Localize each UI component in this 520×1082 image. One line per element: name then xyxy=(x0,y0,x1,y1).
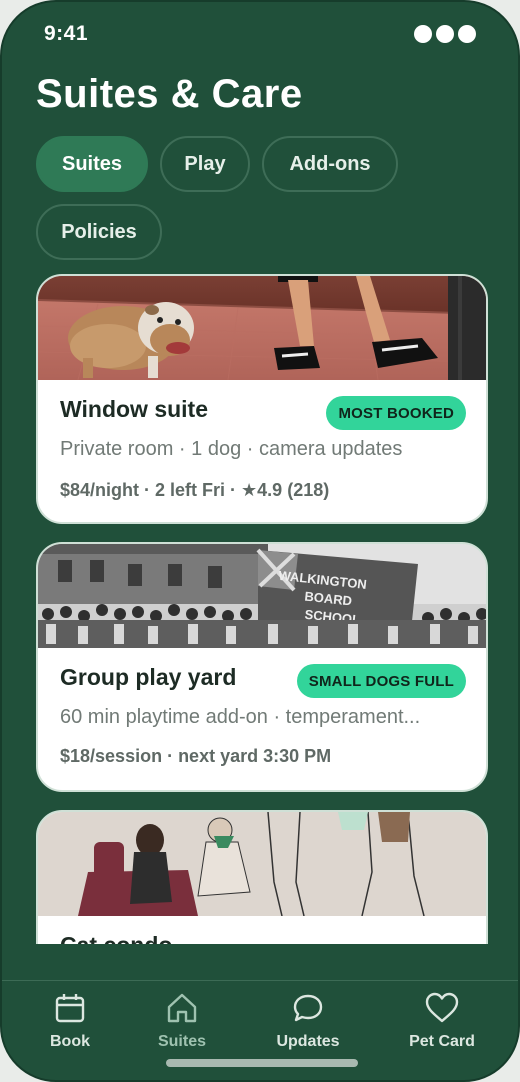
illustration-photo xyxy=(38,812,486,916)
school-crowd-photo: WALKINGTON BOARD SCHOOL xyxy=(38,544,486,648)
card-title: Window suite xyxy=(60,396,209,422)
star-icon: ★ xyxy=(241,480,258,500)
page-title: Suites & Care xyxy=(36,72,303,116)
nav-label: Updates xyxy=(276,1033,340,1050)
status-badge: SMALL DOGS FULL xyxy=(296,664,466,698)
price-availability: $84/night · 2 left Fri · xyxy=(60,480,242,500)
nav-label: Book xyxy=(50,1033,90,1050)
heart-icon xyxy=(425,992,459,1023)
tab-label: Play xyxy=(184,152,226,175)
home-icon xyxy=(167,993,197,1023)
card-meta: $18/session · next yard 3:30 PM xyxy=(60,746,332,766)
nav-suites[interactable]: Suites xyxy=(132,991,232,1051)
card-meta: $84/night · 2 left Fri · ★4.9 (218) xyxy=(60,480,329,501)
tab-label: Policies xyxy=(61,220,137,243)
card-title: Cat condo xyxy=(60,932,172,944)
tab-suites[interactable]: Suites xyxy=(36,136,148,192)
chat-bubble-icon xyxy=(293,994,323,1022)
nav-book[interactable]: Book xyxy=(20,991,120,1051)
card-description: Private room · 1 dog · camera updates xyxy=(60,438,403,460)
nav-label: Suites xyxy=(157,1033,206,1050)
tab-label: Add-ons xyxy=(289,152,371,175)
card-group-play-yard[interactable]: WALKINGTON BOARD SCHOOL Group play yard … xyxy=(36,542,488,792)
tab-label: Suites xyxy=(61,152,123,175)
bulldog-photo xyxy=(38,276,486,380)
nav-pet-card[interactable]: Pet Card xyxy=(392,991,492,1051)
calendar-icon xyxy=(55,994,85,1023)
status-bar: 9:41 xyxy=(2,2,518,62)
tab-add-ons[interactable]: Add-ons xyxy=(262,136,398,192)
rating: 4.9 (218) xyxy=(257,480,330,500)
tab-policies[interactable]: Policies xyxy=(36,204,162,260)
card-feed[interactable]: Window suite MOST BOOKED Private room · … xyxy=(2,272,518,944)
card-window-suite[interactable]: Window suite MOST BOOKED Private room · … xyxy=(36,274,488,524)
phone-screen: 9:41 Suites & Care Suites Play Add-ons P… xyxy=(0,0,520,1082)
tab-play[interactable]: Play xyxy=(160,136,250,192)
nav-updates[interactable]: Updates xyxy=(258,991,358,1051)
card-cat-condo[interactable]: Cat condo xyxy=(36,810,488,944)
status-dots-icon xyxy=(414,25,476,43)
card-title: Group play yard xyxy=(60,664,237,690)
home-indicator[interactable] xyxy=(166,1059,358,1067)
card-description: 60 min playtime add-on · temperament... xyxy=(60,706,421,728)
status-badge: MOST BOOKED xyxy=(326,396,466,430)
status-time: 9:41 xyxy=(44,22,89,45)
nav-label: Pet Card xyxy=(409,1033,475,1050)
